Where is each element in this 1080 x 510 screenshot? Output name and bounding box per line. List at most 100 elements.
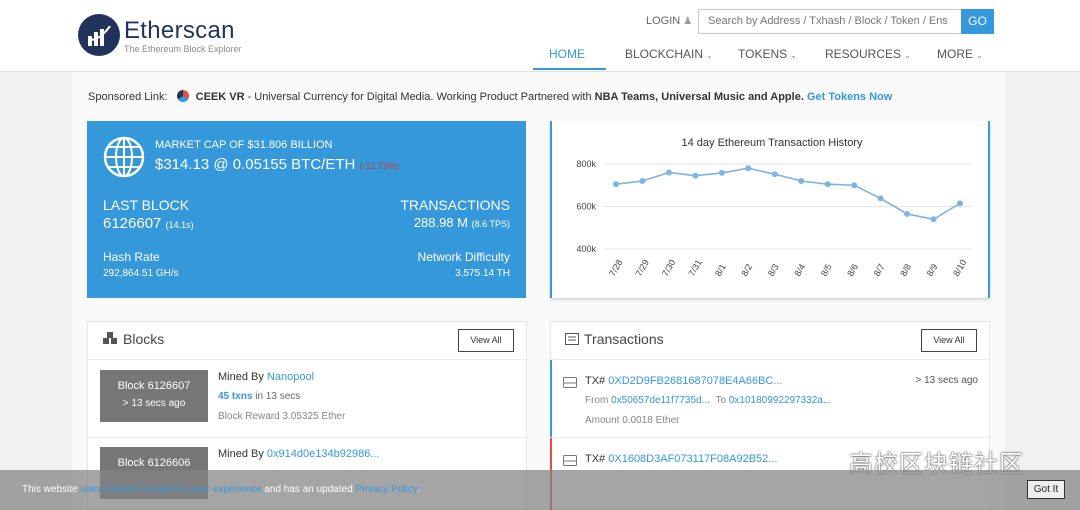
from-address-link[interactable]: 0x50657de11f7735d... bbox=[611, 395, 710, 406]
sponsor-name[interactable]: CEEK VR bbox=[196, 91, 245, 103]
logo-icon bbox=[78, 14, 120, 56]
data-point[interactable] bbox=[718, 169, 725, 176]
sponsor-text: - Universal Currency for Digital Media. … bbox=[244, 91, 595, 103]
last-block-number[interactable]: 6126607 bbox=[103, 215, 161, 232]
y-tick-label: 400k bbox=[576, 244, 596, 254]
search-placeholder: Search by Address / Txhash / Block / Tok… bbox=[708, 15, 948, 27]
login-label: LOGIN bbox=[646, 15, 681, 27]
brand-name: Etherscan bbox=[124, 17, 235, 44]
tx-hash: TX# 0X1608D3AF073117F08A92B52... bbox=[585, 453, 777, 465]
block-number: Block 6126607 bbox=[117, 380, 191, 392]
transactions-title: Transactions bbox=[565, 331, 664, 348]
transactions-count: 288.98 M bbox=[413, 215, 469, 230]
tx-prefix: TX# bbox=[585, 453, 606, 465]
transactions-title-text: Transactions bbox=[584, 331, 664, 347]
x-tick-label: 8/2 bbox=[739, 262, 754, 278]
blocks-view-all-button[interactable]: View All bbox=[458, 329, 514, 352]
block-txns: 45 txns in 13 secs bbox=[218, 391, 300, 402]
divider bbox=[88, 437, 526, 438]
transactions-label: TRANSACTIONS bbox=[400, 197, 510, 213]
cookie-text-2: and has an updated bbox=[261, 484, 356, 495]
transactions-tps: (8.6 TPS) bbox=[471, 219, 510, 229]
last-block-time: (14.1s) bbox=[165, 220, 194, 230]
nav-resources-label: RESOURCES bbox=[825, 47, 902, 61]
nav-home[interactable]: HOME bbox=[549, 47, 585, 61]
data-point[interactable] bbox=[877, 195, 884, 202]
data-point[interactable] bbox=[692, 172, 699, 179]
y-tick-label: 600k bbox=[576, 202, 596, 212]
login-link[interactable]: LOGIN ♟ bbox=[646, 15, 692, 27]
brand-tagline: The Ethereum Block Explorer bbox=[124, 44, 242, 54]
nav-resources[interactable]: RESOURCES ⌄ bbox=[825, 47, 911, 61]
mined-by-label: Mined By bbox=[218, 371, 264, 383]
data-point[interactable] bbox=[957, 200, 963, 207]
data-point[interactable] bbox=[771, 171, 778, 178]
tx-hash-link[interactable]: 0X1608D3AF073117F08A92B52... bbox=[608, 453, 777, 465]
chevron-down-icon: ⌄ bbox=[976, 51, 983, 60]
cookies-link[interactable]: uses cookies to improve your experience bbox=[80, 484, 261, 495]
miner-link[interactable]: Nanopool bbox=[267, 371, 314, 383]
nav-blockchain[interactable]: BLOCKCHAIN ⌄ bbox=[625, 47, 713, 61]
data-point[interactable] bbox=[930, 216, 937, 223]
miner-link[interactable]: 0x914d0e134b92986... bbox=[267, 448, 380, 460]
data-point[interactable] bbox=[613, 181, 619, 188]
search-go-button[interactable]: GO bbox=[961, 9, 994, 34]
privacy-policy-link[interactable]: Privacy Policy bbox=[356, 484, 418, 495]
data-point[interactable] bbox=[639, 178, 646, 184]
chevron-down-icon: ⌄ bbox=[790, 51, 797, 60]
market-cap-label: MARKET CAP OF $31.806 BILLION bbox=[155, 139, 333, 151]
nav-more-label: MORE bbox=[937, 47, 973, 61]
to-label: To bbox=[715, 395, 727, 406]
nav-more[interactable]: MORE ⌄ bbox=[937, 47, 983, 61]
x-tick-label: 8/1 bbox=[713, 262, 728, 278]
data-point[interactable] bbox=[851, 182, 858, 189]
eth-price-value: $314.13 @ 0.05155 BTC/ETH bbox=[155, 156, 356, 173]
from-label: From bbox=[585, 395, 609, 406]
market-summary-panel: MARKET CAP OF $31.806 BILLION $314.13 @ … bbox=[87, 121, 526, 298]
block-age: > 13 secs ago bbox=[122, 398, 186, 409]
mined-by-label: Mined By bbox=[218, 448, 264, 460]
x-tick-label: 8/10 bbox=[951, 258, 968, 278]
to-address-link[interactable]: 0x10180992297332a... bbox=[729, 395, 831, 406]
tx-hash-link[interactable]: 0XD2D9FB2681687078E4A66BC... bbox=[608, 375, 782, 387]
data-point[interactable] bbox=[824, 181, 831, 188]
transactions-view-all-button[interactable]: View All bbox=[921, 329, 977, 352]
tx-history-chart-card: 14 day Ethereum Transaction History 400k… bbox=[550, 121, 990, 298]
block-tile[interactable]: Block 6126607 > 13 secs ago bbox=[100, 370, 208, 422]
wechat-logo-icon bbox=[815, 448, 844, 470]
eth-price: $314.13 @ 0.05155 BTC/ETH (-12.73%) bbox=[155, 156, 399, 173]
list-icon bbox=[565, 332, 579, 348]
got-it-button[interactable]: Got It bbox=[1027, 480, 1065, 499]
data-point[interactable] bbox=[904, 210, 911, 217]
data-point[interactable] bbox=[745, 165, 752, 172]
nav-active-indicator bbox=[533, 68, 606, 70]
x-tick-label: 8/3 bbox=[766, 262, 781, 278]
cookie-text-3: . bbox=[417, 484, 420, 495]
tx-status-bar bbox=[550, 360, 552, 437]
nav-tokens-label: TOKENS bbox=[738, 47, 788, 61]
sponsored-link: Sponsored Link: CEEK VR - Universal Curr… bbox=[88, 90, 892, 103]
txns-time: in 13 secs bbox=[255, 391, 301, 402]
difficulty-label: Network Difficulty bbox=[417, 250, 510, 264]
txns-link[interactable]: 45 txns bbox=[218, 391, 252, 402]
etherscan-logo[interactable]: Etherscan The Ethereum Block Explorer bbox=[78, 14, 258, 58]
cookie-banner: This website uses cookies to improve you… bbox=[0, 470, 1080, 510]
search-input[interactable]: Search by Address / Txhash / Block / Tok… bbox=[698, 9, 962, 34]
x-tick-label: 8/8 bbox=[898, 262, 913, 278]
nav-tokens[interactable]: TOKENS ⌄ bbox=[738, 47, 797, 61]
x-tick-label: 8/6 bbox=[845, 262, 860, 278]
blocks-title: Blocks bbox=[102, 331, 164, 348]
hash-rate-label: Hash Rate bbox=[103, 250, 160, 264]
get-tokens-link[interactable]: Get Tokens Now bbox=[807, 91, 892, 103]
data-point[interactable] bbox=[665, 169, 672, 176]
x-tick-label: 8/5 bbox=[819, 262, 834, 278]
data-point[interactable] bbox=[798, 178, 805, 184]
tx-from-to: From 0x50657de11f7735d... To 0x101809922… bbox=[585, 395, 831, 406]
difficulty-value: 3,575.14 TH bbox=[455, 268, 510, 279]
chart-title: 14 day Ethereum Transaction History bbox=[682, 137, 863, 149]
price-change: (-12.73%) bbox=[359, 161, 400, 171]
block-miner: Mined By Nanopool bbox=[218, 371, 314, 383]
transaction-row: TX# 0XD2D9FB2681687078E4A66BC... > 13 se… bbox=[550, 360, 989, 437]
ceek-logo-icon bbox=[176, 90, 189, 102]
tx-hash: TX# 0XD2D9FB2681687078E4A66BC... bbox=[585, 375, 783, 387]
